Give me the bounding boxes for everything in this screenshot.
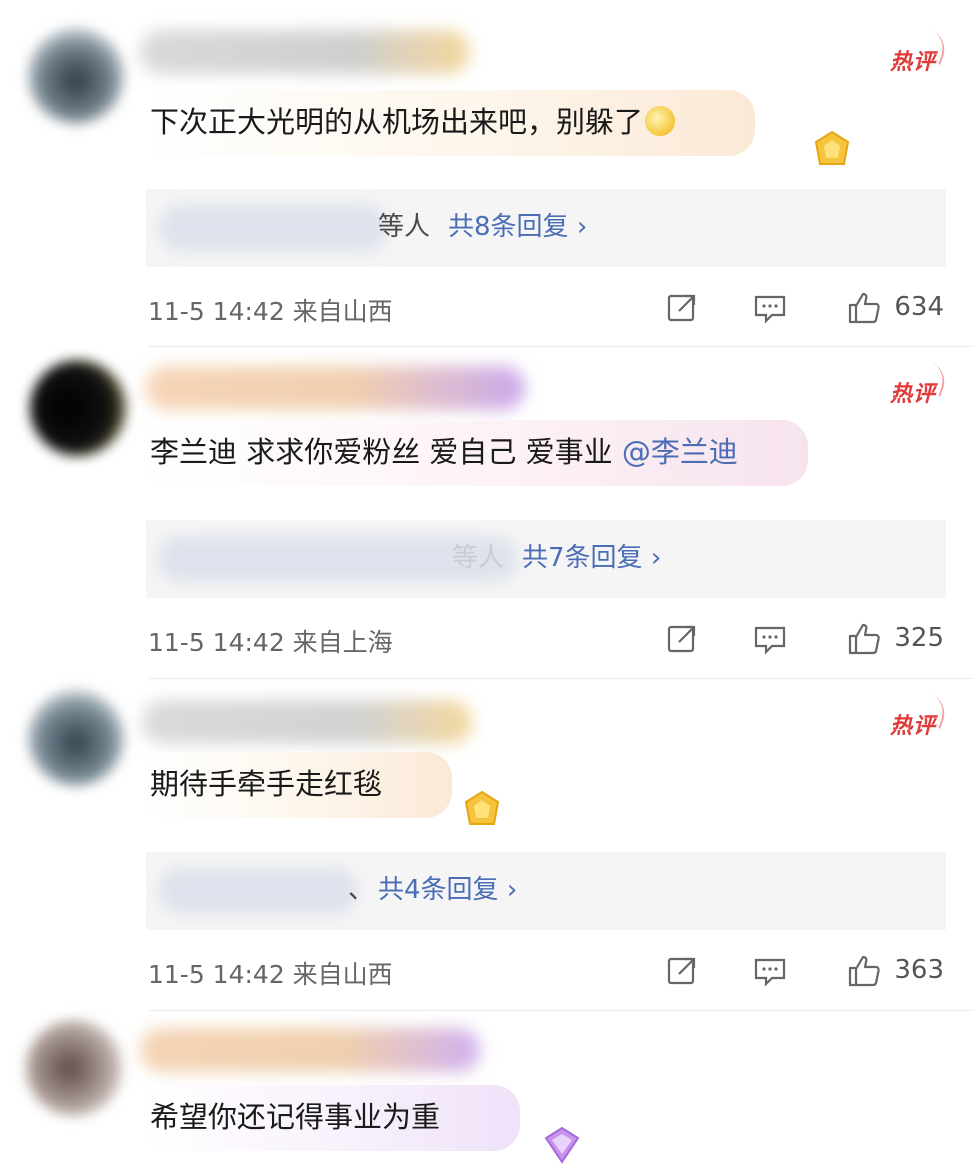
comment-text: 期待手牵手走红毯: [140, 752, 453, 818]
comment-text: 希望你还记得事业为重: [140, 1085, 521, 1151]
reply-summary-text: 等人 共8条回复 ›: [378, 209, 587, 245]
comment-icon[interactable]: [752, 621, 788, 657]
avatar[interactable]: [26, 1020, 122, 1116]
reply-summary-text: 等人 共7条回复 ›: [452, 540, 661, 576]
avatar[interactable]: [28, 690, 124, 786]
like-count: 634: [894, 292, 944, 322]
thumbs-up-icon[interactable]: [846, 621, 882, 657]
comment-actions: 325: [148, 619, 944, 659]
hot-comment-badge: 热评: [890, 708, 936, 740]
share-icon[interactable]: [664, 621, 700, 657]
purple-badge-icon: [540, 1122, 584, 1166]
username-blurred[interactable]: [145, 366, 525, 410]
reply-others: 、: [348, 875, 375, 905]
divider: [148, 1010, 974, 1011]
thinking-emoji-icon: [645, 106, 676, 136]
username-blurred[interactable]: [142, 700, 472, 744]
share-icon[interactable]: [664, 953, 700, 989]
comment-actions: 363: [148, 951, 944, 991]
avatar[interactable]: [30, 360, 126, 456]
mention-link[interactable]: @李兰迪: [622, 435, 738, 469]
comment-icon[interactable]: [752, 953, 788, 989]
thumbs-up-icon[interactable]: [846, 953, 882, 989]
username-blurred[interactable]: [140, 1028, 480, 1072]
reply-users-blurred: [158, 205, 388, 251]
reply-count-link[interactable]: 共7条回复 ›: [522, 543, 661, 573]
reply-summary-text: 、共4条回复 ›: [348, 872, 517, 908]
hot-comment-badge: 热评: [890, 44, 936, 76]
gold-badge-icon: [460, 788, 504, 832]
share-icon[interactable]: [664, 290, 700, 326]
comment-body: 希望你还记得事业为重: [150, 1100, 441, 1134]
gold-badge-icon: [810, 128, 854, 172]
reply-summary[interactable]: 、共4条回复 ›: [146, 852, 946, 930]
comment-meta: 11-5 14:42 来自山西 363: [148, 951, 944, 991]
username-blurred[interactable]: [140, 30, 470, 74]
comment-text: 李兰迪 求求你爱粉丝 爱自己 爱事业 @李兰迪: [140, 420, 808, 486]
reply-summary[interactable]: 等人 共8条回复 ›: [146, 189, 946, 267]
reply-summary[interactable]: 等人 共7条回复 ›: [146, 520, 946, 598]
reply-count-link[interactable]: 共8条回复 ›: [448, 212, 587, 242]
comment-actions: 634: [148, 288, 944, 328]
comment-icon[interactable]: [752, 290, 788, 326]
comment-body: 下次正大光明的从机场出来吧，别躲了: [150, 105, 644, 139]
like-count: 363: [894, 955, 944, 985]
comment-text: 下次正大光明的从机场出来吧，别躲了: [140, 90, 756, 156]
comment-body: 期待手牵手走红毯: [150, 767, 383, 801]
reply-users-blurred: [158, 868, 358, 914]
thumbs-up-icon[interactable]: [846, 290, 882, 326]
divider: [148, 346, 974, 347]
comment-meta: 11-5 14:42 来自山西 634: [148, 288, 944, 328]
comment-body: 李兰迪 求求你爱粉丝 爱自己 爱事业: [150, 435, 622, 469]
like-count: 325: [894, 623, 944, 653]
comment-meta: 11-5 14:42 来自上海 325: [148, 619, 944, 659]
divider: [148, 678, 974, 679]
hot-comment-badge: 热评: [890, 376, 936, 408]
reply-others: 等人: [378, 212, 431, 242]
avatar[interactable]: [28, 28, 124, 124]
reply-others: 等人: [452, 543, 505, 573]
reply-count-link[interactable]: 共4条回复 ›: [378, 875, 517, 905]
